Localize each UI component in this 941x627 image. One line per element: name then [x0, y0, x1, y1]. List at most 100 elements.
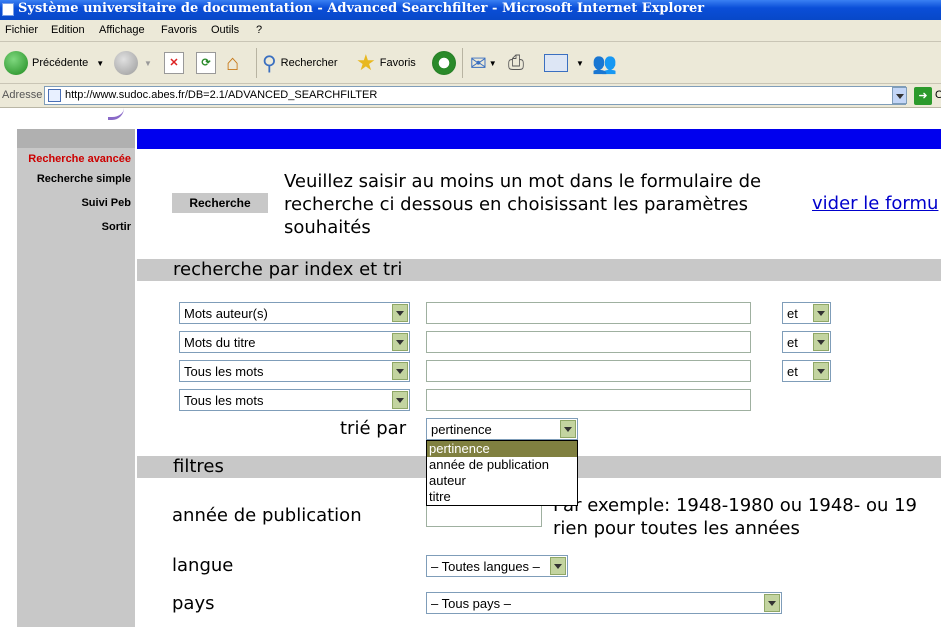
year-label: année de publication [172, 505, 362, 526]
address-input[interactable]: http://www.sudoc.abes.fr/DB=2.1/ADVANCED… [44, 86, 906, 105]
index-field-select-1[interactable]: Mots auteur(s) [179, 302, 410, 324]
operator-value: et [787, 335, 798, 350]
stop-button[interactable]: ✕ [164, 50, 184, 76]
refresh-icon: ⟳ [196, 52, 216, 74]
chevron-down-icon[interactable] [813, 304, 829, 322]
address-label: Adresse [2, 89, 43, 101]
chevron-down-icon[interactable] [392, 362, 408, 380]
ie-app-icon [2, 3, 14, 16]
sort-option[interactable]: auteur [427, 473, 577, 489]
chevron-down-icon[interactable] [550, 557, 566, 575]
operator-select-2[interactable]: et [782, 331, 831, 353]
forward-dropdown-icon[interactable]: ▼ [144, 59, 152, 68]
year-input[interactable] [426, 505, 542, 527]
favorites-label: Favoris [379, 57, 416, 69]
sidebar-item-suivi-peb[interactable]: Suivi Peb [81, 197, 131, 209]
intro-text: Veuillez saisir au moins un mot dans le … [284, 171, 762, 238]
toolbar: Précédente ▼ ▼ ✕ ⟳ ⌂ ⚲ Rechercher ★ Favo… [0, 42, 941, 84]
country-selected-value: – Tous pays – [431, 596, 511, 611]
index-section-title: recherche par index et tri [173, 259, 403, 280]
index-field-select-4[interactable]: Tous les mots [179, 389, 410, 411]
home-icon: ⌂ [226, 50, 240, 75]
index-term-input-3[interactable] [426, 360, 751, 382]
menu-help[interactable]: ? [256, 24, 262, 36]
year-hint: Par exemple: 1948-1980 ou 1948- ou 19 ri… [553, 495, 917, 539]
address-dropdown-button[interactable] [892, 87, 907, 104]
search-button[interactable]: ⚲ Rechercher [262, 50, 338, 76]
operator-select-1[interactable]: et [782, 302, 831, 324]
back-button[interactable]: Précédente ▼ [4, 50, 104, 76]
sort-select[interactable]: pertinence [426, 418, 578, 440]
menu-edition[interactable]: Edition [51, 24, 85, 36]
stop-icon: ✕ [164, 52, 184, 74]
country-label: pays [172, 593, 215, 614]
chevron-down-icon[interactable] [560, 420, 576, 438]
menu-fichier[interactable]: Fichier [5, 24, 38, 36]
index-field-value: Tous les mots [184, 393, 264, 408]
history-icon [432, 51, 456, 75]
search-submit-button[interactable]: Recherche [172, 193, 268, 213]
forward-button[interactable]: ▼ [114, 50, 152, 76]
history-button[interactable] [432, 50, 456, 76]
messenger-icon: 👥 [592, 52, 617, 75]
chevron-down-icon[interactable] [392, 333, 408, 351]
chevron-down-icon[interactable] [392, 304, 408, 322]
back-arrow-icon [4, 51, 28, 75]
sort-option[interactable]: pertinence [427, 441, 577, 457]
search-label: Rechercher [280, 57, 338, 69]
address-bar: Adresse http://www.sudoc.abes.fr/DB=2.1/… [0, 84, 941, 108]
favorites-button[interactable]: ★ Favoris [356, 50, 416, 76]
refresh-button[interactable]: ⟳ [196, 50, 216, 76]
edit-dropdown-icon[interactable]: ▼ [576, 59, 584, 68]
chevron-down-icon[interactable] [392, 391, 408, 409]
index-field-select-2[interactable]: Mots du titre [179, 331, 410, 353]
language-select[interactable]: – Toutes langues – [426, 555, 568, 577]
sort-selected-value: pertinence [431, 422, 492, 437]
chevron-down-icon[interactable] [813, 362, 829, 380]
messenger-button[interactable]: 👥 [592, 50, 617, 76]
country-select[interactable]: – Tous pays – [426, 592, 782, 614]
index-section-header: recherche par index et tri [137, 259, 941, 281]
operator-select-3[interactable]: et [782, 360, 831, 382]
sidebar-item-advanced-search[interactable]: Recherche avancée [28, 153, 131, 165]
mail-dropdown-icon[interactable]: ▼ [489, 59, 497, 68]
back-dropdown-icon[interactable]: ▼ [96, 59, 104, 68]
index-field-value: Tous les mots [184, 364, 264, 379]
operator-value: et [787, 364, 798, 379]
back-label: Précédente [32, 57, 89, 69]
index-term-input-2[interactable] [426, 331, 751, 353]
clear-form-link[interactable]: vider le formu [812, 193, 938, 214]
edit-button[interactable]: ▼ [544, 50, 584, 76]
sort-options-list: pertinence année de publication auteur t… [426, 440, 578, 506]
filters-title: filtres [173, 456, 224, 477]
chevron-down-icon[interactable] [813, 333, 829, 351]
menu-bar: Fichier Edition Affichage Favoris Outils… [0, 20, 941, 42]
language-selected-value: – Toutes langues – [431, 559, 540, 574]
mail-icon: ✉ [470, 52, 487, 75]
menu-favoris[interactable]: Favoris [161, 24, 197, 36]
index-field-value: Mots du titre [184, 335, 256, 350]
home-button[interactable]: ⌂ [226, 50, 239, 76]
toolbar-separator [256, 48, 257, 78]
index-term-input-1[interactable] [426, 302, 751, 324]
sort-option[interactable]: titre [427, 489, 577, 505]
window-title: Système universitaire de documentation -… [18, 1, 705, 16]
mail-button[interactable]: ✉ ▼ [470, 50, 497, 76]
index-term-input-4[interactable] [426, 389, 751, 411]
toolbar-separator [462, 48, 463, 78]
sort-option[interactable]: année de publication [427, 457, 577, 473]
sort-label: trié par [340, 418, 407, 439]
index-field-select-3[interactable]: Tous les mots [179, 360, 410, 382]
logo-swoosh [108, 108, 124, 120]
operator-value: et [787, 306, 798, 321]
go-label[interactable]: O [935, 89, 941, 101]
header-bar [137, 129, 941, 149]
menu-outils[interactable]: Outils [211, 24, 239, 36]
menu-affichage[interactable]: Affichage [99, 24, 145, 36]
sidebar-item-simple-search[interactable]: Recherche simple [37, 173, 131, 185]
go-button[interactable]: ➜ [914, 87, 932, 105]
sidebar-item-sortir[interactable]: Sortir [102, 221, 131, 233]
search-icon: ⚲ [262, 52, 277, 75]
print-button[interactable]: ⎙ [508, 50, 524, 76]
chevron-down-icon[interactable] [764, 594, 780, 612]
